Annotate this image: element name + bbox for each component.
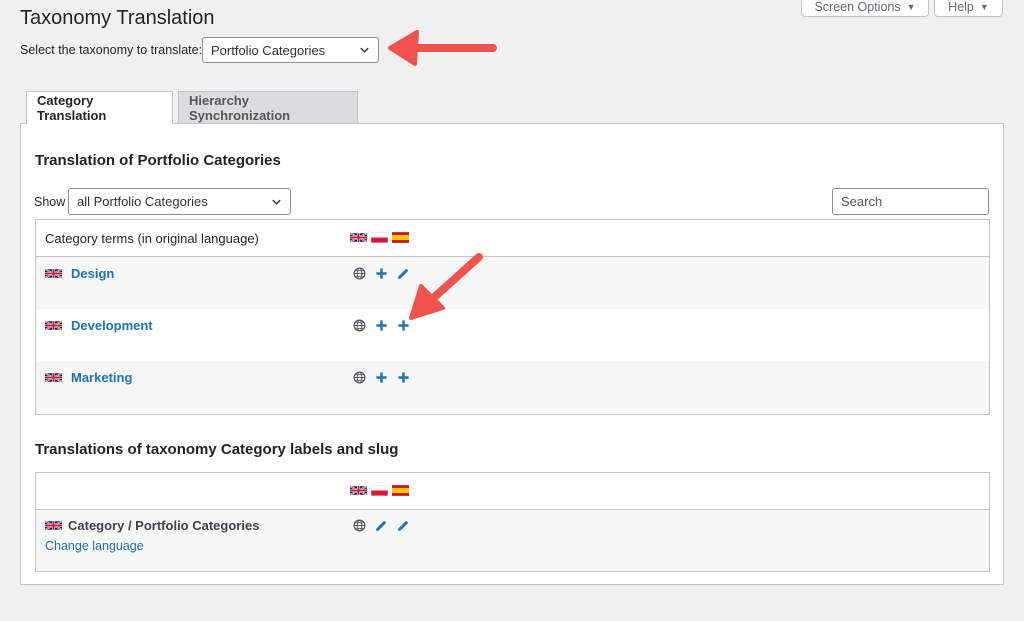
translation-actions (353, 267, 410, 280)
taxonomy-select[interactable]: Portfolio Categories (202, 37, 379, 63)
term-development: Development (45, 318, 153, 333)
change-language-link[interactable]: Change language (45, 539, 144, 553)
terms-section-title: Translation of Portfolio Categories (35, 152, 281, 169)
tab-category-translation[interactable]: Category Translation (26, 91, 173, 124)
uk-flag-icon (45, 372, 62, 383)
labels-table: Category / Portfolio Categories Change l… (35, 472, 990, 572)
tab-hierarchy-synchronization[interactable]: Hierarchy Synchronization (178, 91, 358, 124)
taxonomy-label-term: Category / Portfolio Categories (45, 518, 259, 533)
term-marketing: Marketing (45, 370, 132, 385)
taxonomy-select-label: Select the taxonomy to translate: (20, 43, 203, 57)
term-link[interactable]: Marketing (71, 370, 132, 385)
show-filter-select[interactable]: all Portfolio Categories (68, 188, 291, 215)
taxonomy-label-text: Category / Portfolio Categories (68, 518, 260, 533)
globe-icon[interactable] (353, 267, 366, 280)
globe-icon[interactable] (353, 519, 366, 532)
table-row: Development (36, 309, 989, 361)
uk-flag-icon (350, 232, 367, 243)
poland-flag-icon (371, 232, 388, 243)
language-flags (350, 232, 409, 243)
annotation-arrow (388, 30, 497, 66)
screen-options-button[interactable]: Screen Options ▼ (801, 0, 929, 17)
table-header-row: Category terms (in original language) (36, 220, 989, 257)
plus-icon[interactable] (397, 371, 410, 384)
taxonomy-select-value: Portfolio Categories (211, 42, 326, 58)
term-link[interactable]: Design (71, 266, 114, 281)
spain-flag-icon (392, 485, 409, 496)
plus-icon[interactable] (375, 371, 388, 384)
screen-options-label: Screen Options (814, 0, 901, 14)
plus-icon[interactable] (375, 267, 388, 280)
labels-section-title: Translations of taxonomy Category labels… (35, 441, 399, 458)
uk-flag-icon (350, 485, 367, 496)
help-label: Help (948, 0, 974, 14)
caret-down-icon: ▼ (906, 2, 916, 12)
uk-flag-icon (45, 520, 62, 531)
show-label: Show (34, 195, 66, 209)
term-link[interactable]: Development (71, 318, 153, 333)
search-input[interactable] (832, 188, 989, 215)
plus-icon[interactable] (375, 319, 388, 332)
poland-flag-icon (371, 485, 388, 496)
pencil-icon[interactable] (397, 267, 410, 280)
column-header-terms: Category terms (in original language) (45, 231, 259, 246)
plus-icon[interactable] (397, 319, 410, 332)
chevron-down-icon (272, 199, 281, 205)
tab-label: Category Translation (37, 92, 107, 123)
globe-icon[interactable] (353, 319, 366, 332)
caret-down-icon: ▼ (979, 2, 989, 12)
help-button[interactable]: Help ▼ (934, 0, 1003, 17)
table-row: Marketing (36, 361, 989, 414)
show-filter-value: all Portfolio Categories (77, 194, 208, 209)
uk-flag-icon (45, 320, 62, 331)
language-flags (350, 485, 409, 496)
table-row: Design (36, 257, 989, 309)
terms-table: Category terms (in original language) De… (35, 219, 990, 415)
page-title: Taxonomy Translation (20, 7, 215, 29)
term-design: Design (45, 266, 114, 281)
uk-flag-icon (45, 268, 62, 279)
translation-actions (353, 371, 410, 384)
chevron-down-icon (360, 47, 369, 53)
tab-panel: Translation of Portfolio Categories Show… (20, 123, 1004, 585)
table-row: Category / Portfolio Categories Change l… (36, 510, 989, 571)
translation-actions (353, 319, 410, 332)
pencil-icon[interactable] (375, 519, 388, 532)
spain-flag-icon (392, 232, 409, 243)
pencil-icon[interactable] (397, 519, 410, 532)
globe-icon[interactable] (353, 371, 366, 384)
table-header-row (36, 473, 989, 510)
tab-label: Hierarchy Synchronization (189, 92, 291, 123)
translation-actions (353, 519, 410, 532)
